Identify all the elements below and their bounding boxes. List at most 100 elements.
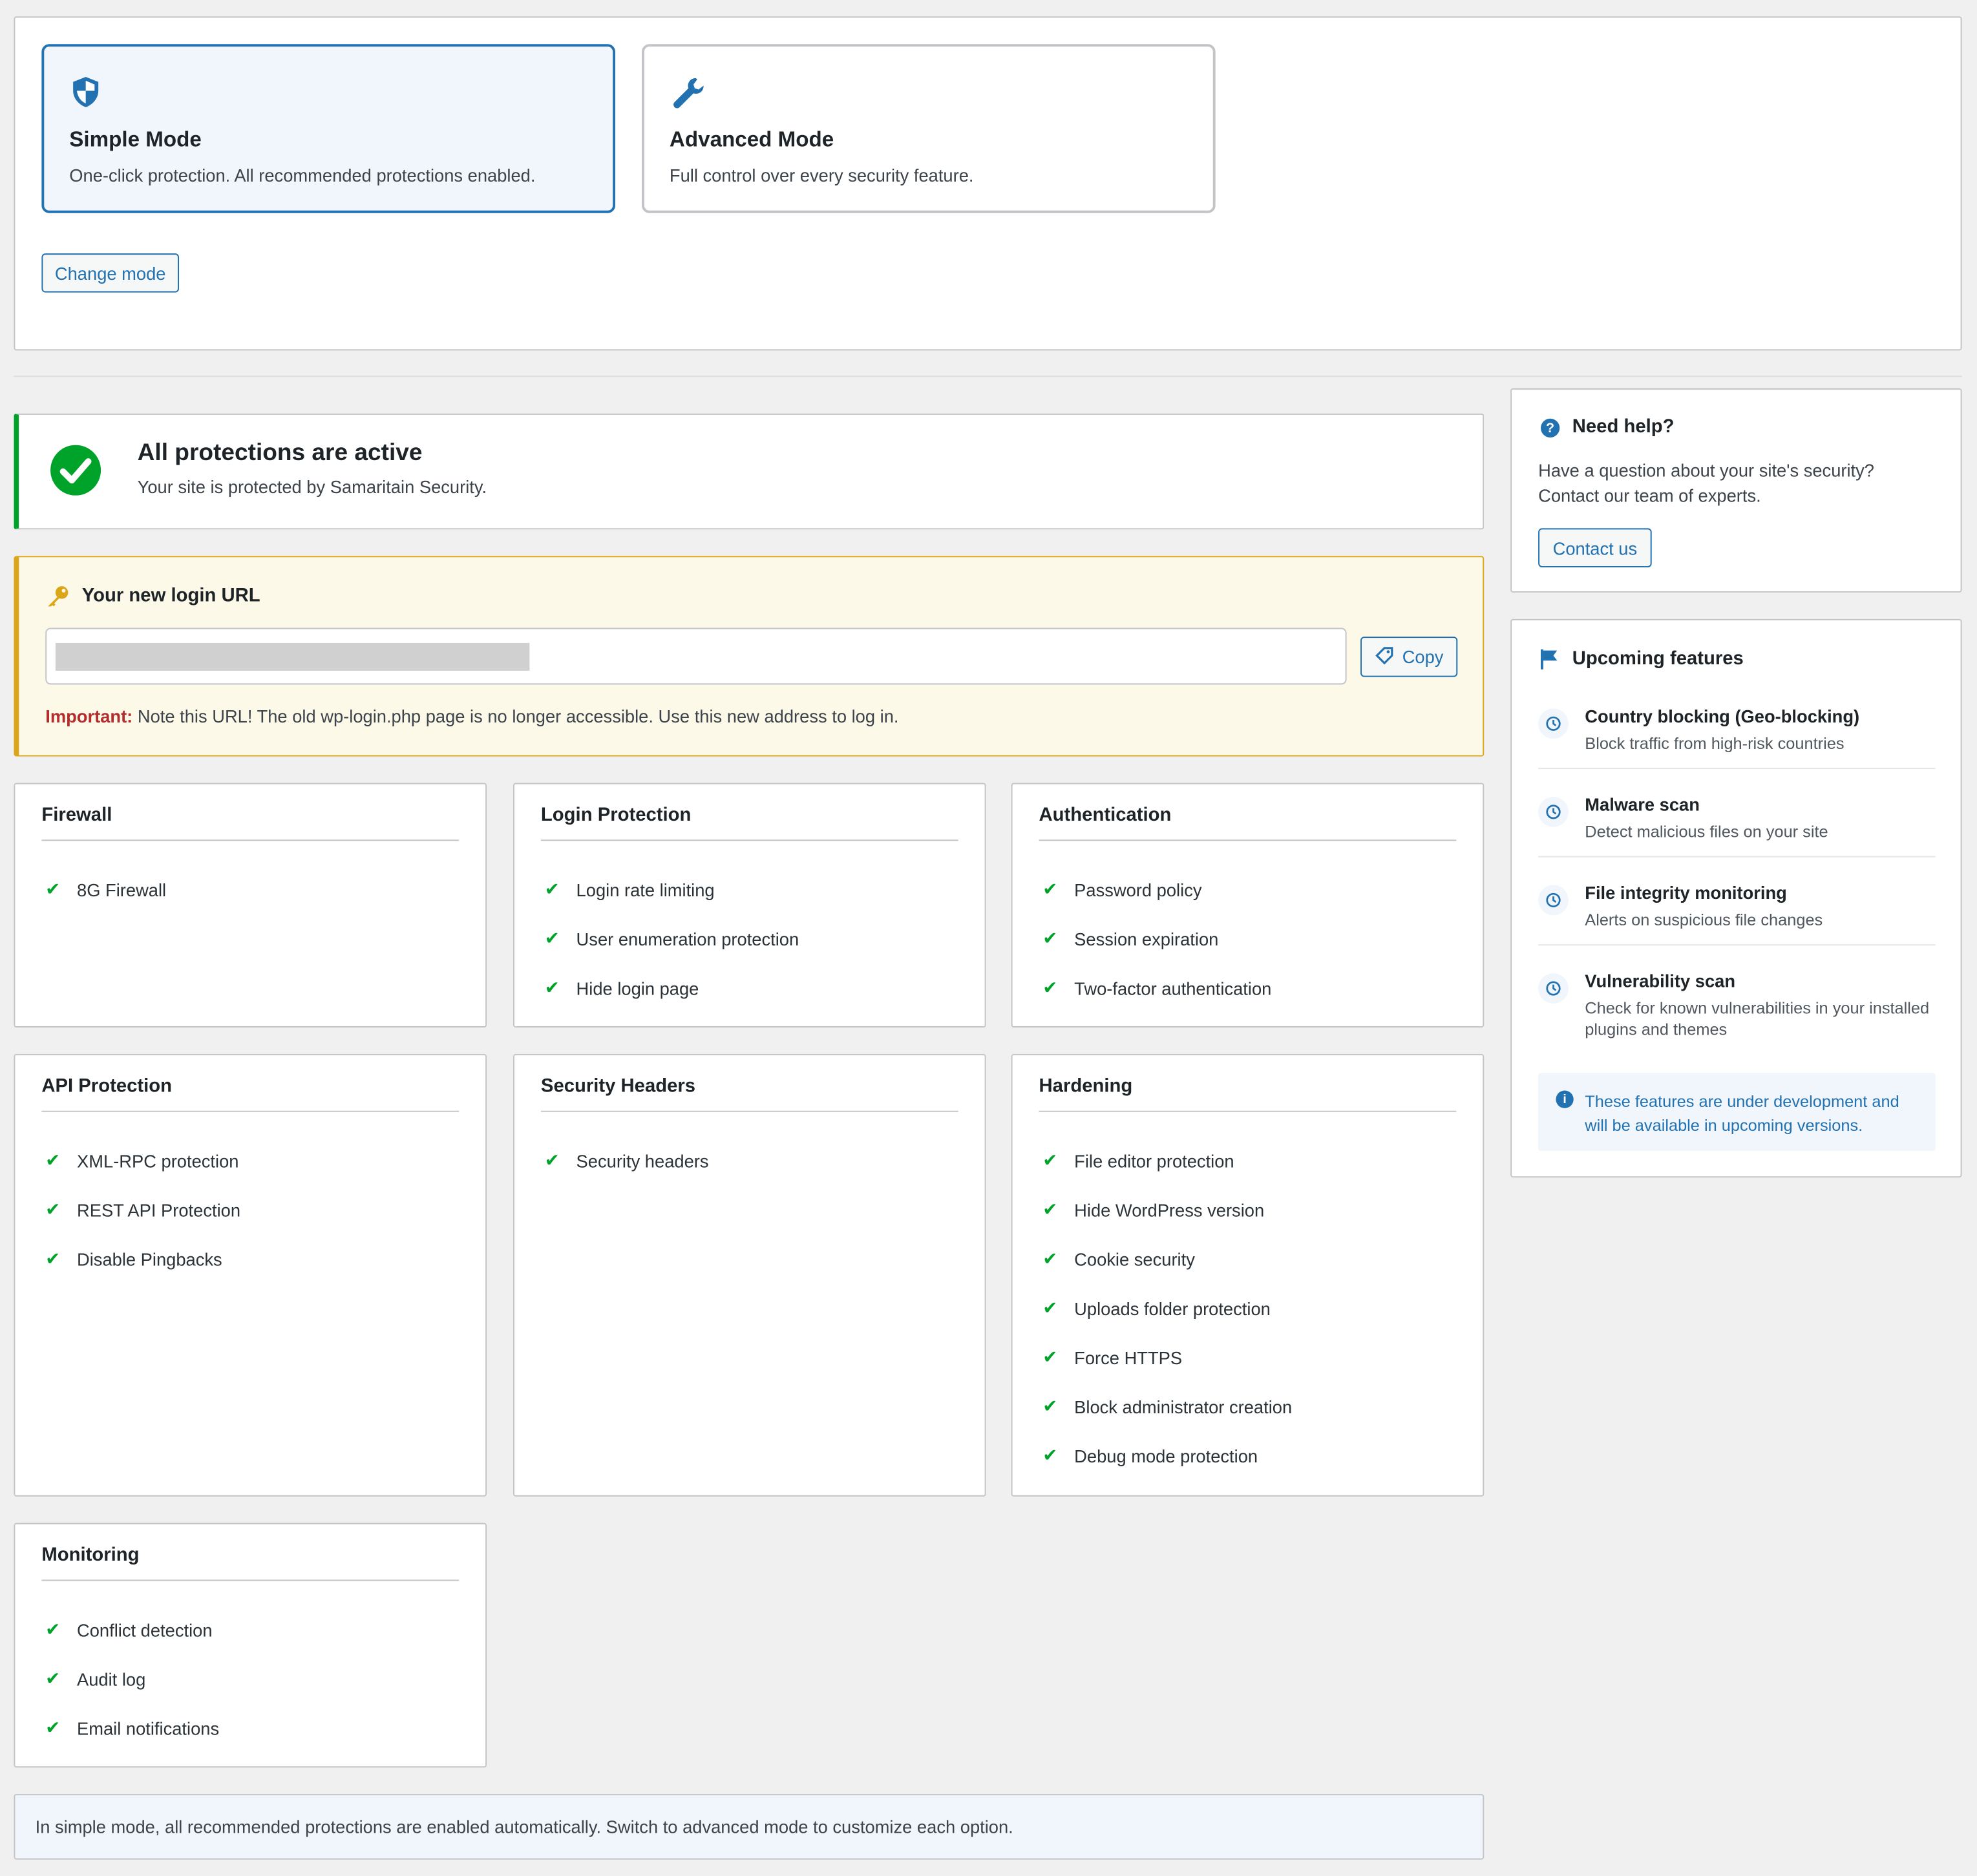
checkmark-icon: ✔ [45, 878, 61, 899]
advanced-mode-title: Advanced Mode [669, 127, 834, 152]
clock-icon [1538, 708, 1569, 739]
feature-label: Hide WordPress version [1074, 1199, 1265, 1220]
checkmark-icon: ✔ [1042, 976, 1058, 998]
card-monitoring: Monitoring ✔ Conflict detection ✔ Audit log… [14, 1523, 487, 1768]
feature-label: Debug mode protection [1074, 1445, 1258, 1466]
feature-item: ✔ 8G Firewall [45, 865, 166, 914]
checkmark-icon: ✔ [1042, 1395, 1058, 1416]
feature-label: Login rate limiting [576, 879, 715, 900]
mode-panel: Simple Mode One-click protection. All re… [14, 16, 1962, 351]
feature-list: ✔ 8G Firewall [45, 865, 166, 914]
upcoming-item-desc: Alerts on suspicious file changes [1585, 910, 1823, 929]
upcoming-item-desc: Block traffic from high-risk countries [1585, 733, 1845, 753]
checkmark-icon: ✔ [544, 927, 560, 949]
card-divider [1039, 1110, 1457, 1112]
feature-list: ✔ XML-RPC protection ✔ REST API Protection ✔… [45, 1136, 240, 1283]
contact-us-button[interactable]: Contact us [1538, 528, 1652, 567]
card-divider [540, 839, 958, 841]
card-title: Monitoring [41, 1544, 140, 1566]
separator [1538, 944, 1936, 946]
login-url-field[interactable] [45, 627, 1347, 685]
feature-item: ✔ Force HTTPS [1042, 1333, 1292, 1382]
feature-label: XML-RPC protection [77, 1150, 239, 1171]
feature-item: ✔ Cookie security [1042, 1234, 1292, 1283]
card-divider [1039, 839, 1457, 841]
simple-mode-card[interactable]: Simple Mode One-click protection. All re… [41, 44, 616, 213]
feature-label: Block administrator creation [1074, 1396, 1293, 1417]
feature-label: Password policy [1074, 879, 1202, 900]
status-banner: All protections are active Your site is … [14, 413, 1485, 530]
shield-icon [69, 74, 587, 112]
card-title: Security Headers [540, 1075, 696, 1097]
card-title: API Protection [41, 1075, 173, 1097]
feature-label: Session expiration [1074, 928, 1219, 949]
feature-item: ✔ Two-factor authentication [1042, 963, 1271, 1012]
feature-label: Audit log [77, 1669, 146, 1689]
upcoming-title: Upcoming features [1572, 648, 1744, 669]
copy-button[interactable]: Copy [1360, 637, 1458, 677]
feature-item: ✔ XML-RPC protection [45, 1136, 240, 1185]
upcoming-features-box: Upcoming features Country blocking (Geo-… [1510, 618, 1962, 1178]
feature-label: Conflict detection [77, 1619, 213, 1640]
upcoming-item-title: File integrity monitoring [1585, 882, 1787, 903]
feature-label: Security headers [576, 1150, 709, 1171]
upcoming-item-title: Vulnerability scan [1585, 971, 1736, 991]
feature-item: ✔ Disable Pingbacks [45, 1234, 240, 1283]
feature-label: User enumeration protection [576, 928, 799, 949]
status-subtitle: Your site is protected by Samaritain Sec… [137, 476, 487, 497]
checkmark-icon: ✔ [1042, 1297, 1058, 1318]
advanced-mode-card[interactable]: Advanced Mode Full control over every se… [642, 44, 1216, 213]
simple-mode-title: Simple Mode [69, 127, 202, 152]
checkmark-icon: ✔ [544, 976, 560, 998]
checkmark-icon: ✔ [45, 1199, 61, 1219]
checkmark-icon: ✔ [45, 1618, 61, 1639]
card-hardening: Hardening ✔ File editor protection ✔ Hide W… [1011, 1053, 1485, 1497]
checkmark-icon: ✔ [544, 1150, 560, 1170]
check-circle-icon [50, 445, 101, 502]
feature-item: ✔ REST API Protection [45, 1185, 240, 1234]
feature-item: ✔ Conflict detection [45, 1605, 219, 1654]
divider [14, 375, 1962, 377]
login-url-title: Your new login URL [81, 585, 260, 607]
feature-label: Two-factor authentication [1074, 977, 1272, 998]
upcoming-info: i These features are under development a… [1538, 1073, 1936, 1152]
help-title: Need help? [1572, 416, 1675, 437]
card-title: Login Protection [540, 804, 692, 826]
checkmark-icon: ✔ [1042, 1346, 1058, 1367]
checkmark-icon: ✔ [1042, 1444, 1058, 1465]
simple-mode-desc: One-click protection. All recommended pr… [69, 165, 536, 185]
change-mode-button[interactable]: Change mode [41, 253, 180, 293]
feature-label: Disable Pingbacks [77, 1249, 222, 1269]
feature-item: ✔ Hide WordPress version [1042, 1185, 1292, 1234]
feature-item: ✔ Password policy [1042, 865, 1271, 914]
feature-item: ✔ Hide login page [545, 963, 799, 1012]
card-title: Hardening [1039, 1075, 1133, 1097]
feature-list: ✔ File editor protection ✔ Hide WordPress v… [1042, 1136, 1292, 1481]
help-box: ? Need help? Have a question about your … [1510, 388, 1962, 593]
feature-label: Force HTTPS [1074, 1347, 1183, 1367]
feature-list: ✔ Security headers [545, 1136, 709, 1185]
upcoming-item-desc: Check for known vulnerabilities in your … [1585, 998, 1930, 1039]
checkmark-icon: ✔ [45, 1668, 61, 1689]
login-url-note: Important: Note this URL! The old wp-log… [45, 706, 898, 726]
feature-item: ✔ File editor protection [1042, 1136, 1292, 1185]
flag-icon [1540, 649, 1558, 676]
feature-label: Email notifications [77, 1718, 220, 1738]
feature-label: Hide login page [576, 977, 699, 998]
feature-item: ✔ Session expiration [1042, 914, 1271, 963]
advanced-mode-desc: Full control over every security feature… [669, 165, 974, 185]
card-divider [41, 1110, 460, 1112]
checkmark-icon: ✔ [45, 1248, 61, 1269]
feature-list: ✔ Login rate limiting ✔ User enumeration pr… [545, 865, 799, 1012]
checkmark-icon: ✔ [544, 878, 560, 899]
copy-label: Copy [1402, 646, 1444, 668]
feature-label: Uploads folder protection [1074, 1298, 1271, 1318]
checkmark-icon: ✔ [45, 1717, 61, 1738]
info-icon: i [1556, 1090, 1574, 1108]
wrench-icon [670, 74, 1188, 112]
feature-list: ✔ Conflict detection ✔ Audit log ✔ Email noti… [45, 1605, 219, 1752]
card-title: Firewall [41, 804, 112, 826]
key-icon [45, 584, 70, 615]
separator [1538, 768, 1936, 770]
clock-icon [1538, 796, 1569, 827]
